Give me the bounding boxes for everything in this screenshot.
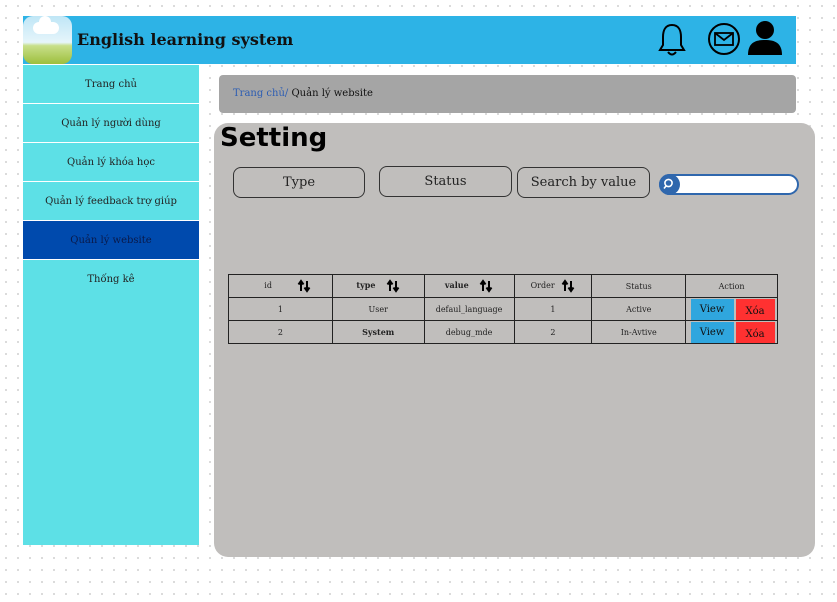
user-icon[interactable]	[745, 19, 785, 57]
mail-icon[interactable]	[707, 22, 741, 56]
search-by-value-button[interactable]: Search by value	[517, 167, 650, 198]
app-title: English learning system	[77, 30, 294, 49]
sort-icon[interactable]	[297, 279, 311, 293]
sidebar-item-home[interactable]: Trang chủ	[23, 65, 199, 104]
table-row: 2 System debug_mde 2 In-Avtive View Xóa	[228, 320, 778, 344]
cell-status: In-Avtive	[591, 320, 687, 344]
column-label-type: type	[356, 280, 376, 290]
cell-value: debug_mde	[423, 320, 515, 344]
column-label-order: Order	[530, 281, 555, 290]
page-title: Setting	[220, 123, 328, 153]
table-row: 1 User defaul_language 1 Active View Xóa	[228, 297, 778, 321]
search-input[interactable]	[683, 177, 793, 192]
cell-type: System	[331, 320, 425, 344]
column-label-value: value	[444, 280, 469, 290]
column-header-id[interactable]: id	[228, 274, 333, 298]
cell-actions: View Xóa	[685, 320, 778, 344]
column-header-value[interactable]: value	[423, 274, 515, 298]
settings-table: id type value Order Status Action 1 User…	[228, 274, 778, 344]
column-header-order[interactable]: Order	[513, 274, 593, 298]
search-box	[659, 174, 799, 195]
column-header-status: Status	[591, 274, 687, 298]
cell-order: 2	[513, 320, 593, 344]
breadcrumb-current: Quản lý website	[291, 88, 373, 99]
logo-icon[interactable]	[23, 16, 72, 64]
cell-order: 1	[513, 297, 593, 321]
column-header-action: Action	[685, 274, 778, 298]
cell-id: 2	[228, 320, 333, 344]
main-panel: Setting Type Status Search by value id t…	[214, 123, 815, 557]
sidebar-item-feedback[interactable]: Quản lý feedback trợ giúp	[23, 182, 199, 221]
delete-button[interactable]: Xóa	[735, 321, 775, 343]
sidebar-item-courses[interactable]: Quản lý khóa học	[23, 143, 199, 182]
cell-type: User	[331, 297, 425, 321]
top-header: English learning system	[23, 16, 796, 64]
type-filter-button[interactable]: Type	[233, 167, 365, 198]
view-button[interactable]: View	[690, 321, 734, 343]
sort-icon[interactable]	[386, 279, 400, 293]
cell-actions: View Xóa	[685, 297, 778, 321]
delete-button[interactable]: Xóa	[735, 298, 775, 320]
sidebar-item-statistics[interactable]: Thống kê	[23, 260, 199, 299]
breadcrumb-home-link[interactable]: Trang chủ/	[233, 88, 288, 99]
sidebar-item-users[interactable]: Quản lý người dùng	[23, 104, 199, 143]
sidebar-item-website[interactable]: Quản lý website	[23, 221, 199, 260]
sidebar: Trang chủ Quản lý người dùng Quản lý khó…	[23, 65, 199, 545]
status-filter-button[interactable]: Status	[379, 166, 512, 197]
search-icon[interactable]	[659, 174, 680, 195]
sort-icon[interactable]	[479, 279, 493, 293]
view-button[interactable]: View	[690, 298, 734, 320]
table-header-row: id type value Order Status Action	[228, 274, 778, 298]
sort-icon[interactable]	[561, 279, 575, 293]
column-label-id: id	[264, 281, 272, 290]
column-header-type[interactable]: type	[331, 274, 425, 298]
cell-status: Active	[591, 297, 687, 321]
bell-icon[interactable]	[657, 22, 687, 58]
cell-value: defaul_language	[423, 297, 515, 321]
cell-id: 1	[228, 297, 333, 321]
breadcrumb: Trang chủ/ Quản lý website	[219, 75, 796, 113]
